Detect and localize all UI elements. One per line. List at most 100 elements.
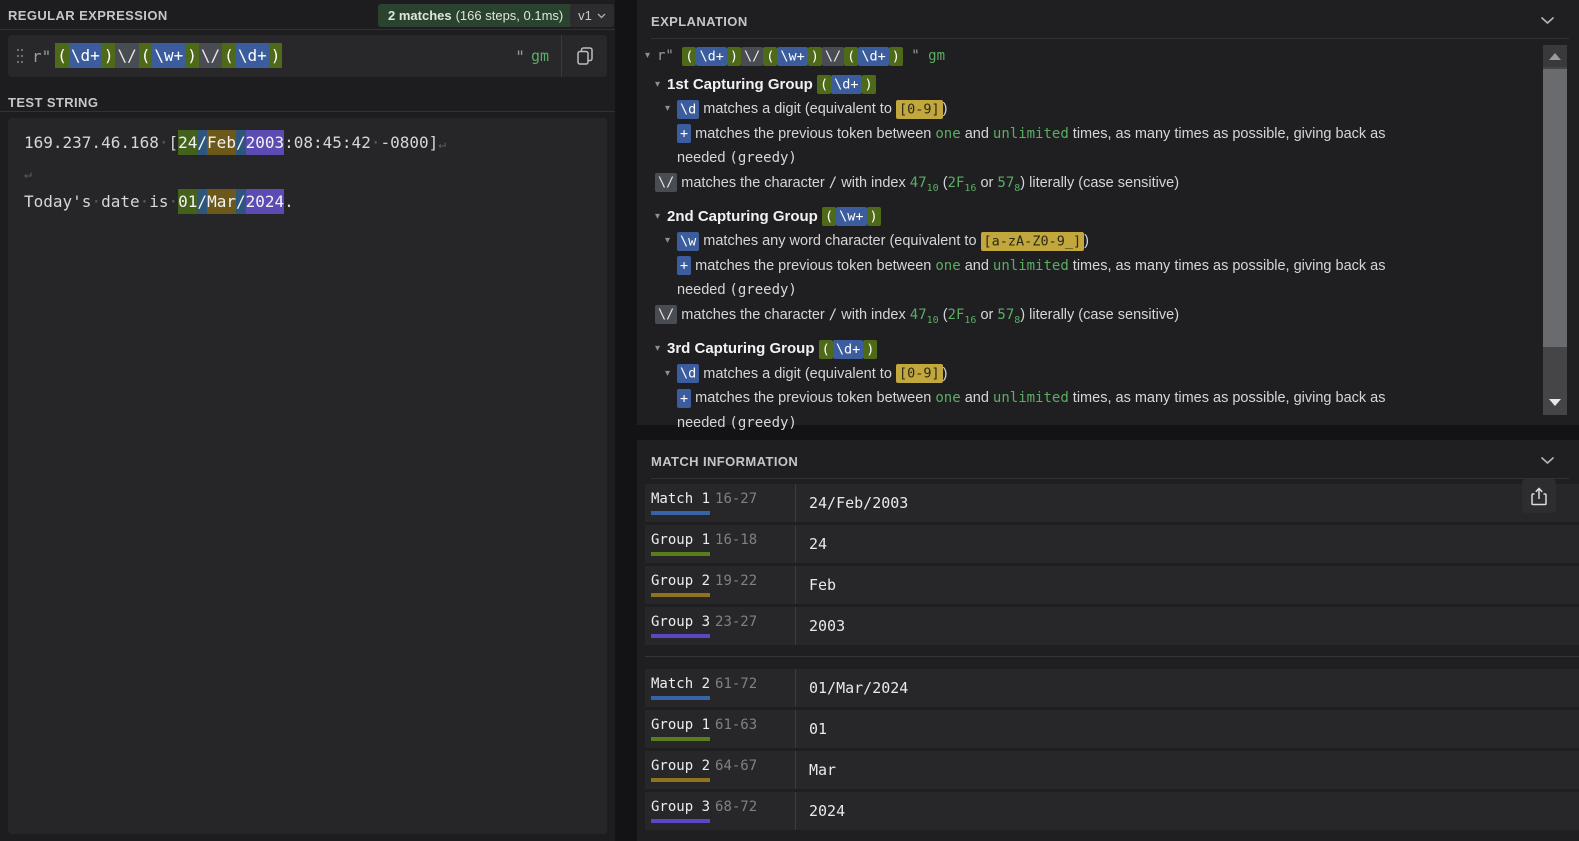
explanation-text: / (829, 175, 837, 191)
scrollbar-thumb[interactable] (1543, 69, 1567, 347)
regex-token: \d+ (236, 43, 269, 68)
match-row[interactable]: Group 368-722024 (645, 792, 1579, 830)
match-row[interactable]: Group 264-67Mar (645, 751, 1579, 789)
match-row[interactable]: Match 116-2724/Feb/2003 (645, 484, 1579, 522)
match-row-range: 61-63 (715, 717, 757, 733)
collapse-explanation-button[interactable] (1540, 16, 1555, 25)
match-row-label: Match 2 (651, 677, 710, 700)
regex-token: + (677, 256, 691, 275)
space-dot: · (91, 192, 101, 211)
export-matches-button[interactable] (1522, 479, 1556, 513)
scroll-down-button[interactable] (1543, 393, 1567, 411)
match-highlight: 2024 (246, 189, 285, 214)
regex-pattern[interactable]: (\d+)\/(\w+)\/(\d+) (55, 46, 282, 66)
match-row[interactable]: Group 161-6301 (645, 710, 1579, 748)
explanation-title: EXPLANATION (651, 14, 748, 29)
copy-regex-button[interactable] (561, 35, 607, 77)
regex-token: ( (682, 47, 696, 66)
space-dot: · (159, 133, 169, 152)
regex-panel-title: REGULAR EXPRESSION (8, 8, 168, 23)
regex-token: \w (677, 232, 699, 251)
tree-collapse-arrow[interactable]: ▾ (645, 44, 657, 69)
regex-token: ) (185, 43, 199, 68)
explanation-text: and (961, 126, 993, 142)
regex-version-select[interactable]: v1 (570, 4, 614, 27)
explanation-scrollbar[interactable] (1543, 45, 1567, 415)
drag-handle-icon[interactable] (8, 48, 32, 64)
explanation-line: + matches the previous token between one… (637, 386, 1509, 411)
collapse-match-information-button[interactable] (1540, 456, 1555, 465)
left-panel: REGULAR EXPRESSION 2 matches(166 steps, … (0, 0, 615, 841)
regex-token: ) (727, 47, 741, 66)
match-row-label: Group 1 (651, 533, 710, 556)
regex-token: \d+ (858, 47, 888, 66)
match-information-title: MATCH INFORMATION (651, 454, 798, 469)
explanation-line: ▾\w matches any word character (equivale… (637, 229, 1509, 254)
match-row[interactable]: Group 219-22Feb (645, 566, 1579, 604)
tree-collapse-arrow[interactable]: ▾ (665, 362, 677, 387)
tree-collapse-arrow[interactable]: ▾ (655, 73, 667, 98)
explanation-text: / (829, 307, 837, 323)
regex-token: \/ (741, 47, 763, 66)
explanation-text: or (976, 307, 997, 323)
match-row-value: 24/Feb/2003 (795, 484, 1579, 522)
regex-token: [a-zA-Z0-9_] (981, 232, 1085, 251)
regex-token: \w+ (152, 43, 185, 68)
match-highlight: Mar (207, 189, 236, 214)
regex-flags[interactable]: gm (531, 47, 549, 65)
regex-input[interactable]: r" (\d+)\/(\w+)\/(\d+) " gm (8, 35, 607, 77)
explanation-line: ▾2nd Capturing Group (\w+) (637, 205, 1509, 230)
explanation-text: (greedy) (729, 415, 796, 431)
explanation-text: needed (677, 415, 729, 431)
explanation-text: 3rd Capturing Group (667, 340, 819, 357)
scroll-up-button[interactable] (1543, 45, 1567, 67)
tree-collapse-arrow[interactable]: ▾ (655, 337, 667, 362)
explanation-line: + matches the previous token between one… (637, 254, 1509, 279)
tree-collapse-arrow[interactable]: ▾ (655, 205, 667, 230)
tree-collapse-arrow[interactable]: ▾ (665, 229, 677, 254)
match-row-range: 68-72 (715, 799, 757, 815)
test-text: [ (169, 133, 179, 152)
index-value: 578 (997, 307, 1020, 323)
match-row-range: 16-27 (715, 491, 757, 507)
regex-token: \/ (199, 43, 222, 68)
regex-token: ) (808, 47, 822, 66)
match-row-label: Group 1 (651, 718, 710, 741)
index-value: 4710 (910, 307, 939, 323)
regex-token: \/ (655, 173, 677, 192)
explanation-text: one (935, 390, 960, 406)
explanation-text: (greedy) (729, 282, 796, 298)
explanation-text: unlimited (993, 126, 1069, 142)
explanation-text: ) (943, 366, 948, 382)
regex-token: ) (863, 340, 877, 359)
test-text: Today's (24, 192, 91, 211)
chevron-down-icon (1540, 456, 1555, 465)
chevron-down-icon (1540, 16, 1555, 25)
tree-collapse-arrow[interactable]: ▾ (665, 97, 677, 122)
match-row[interactable]: Match 261-7201/Mar/2024 (645, 669, 1579, 707)
explanation-text: ) literally (case sensitive) (1020, 175, 1179, 191)
explanation-text: matches the character (677, 175, 829, 191)
match-row[interactable]: Group 116-1824 (645, 525, 1579, 563)
match-highlight: 2003 (246, 130, 285, 155)
explanation-line: needed (greedy) (637, 278, 1509, 303)
explanation-text: with index (837, 175, 910, 191)
explanation-text: matches any word character (equivalent t… (699, 233, 980, 249)
test-string-title: TEST STRING (8, 95, 98, 110)
match-highlight: Feb (207, 130, 236, 155)
explanation-text: 2nd Capturing Group (667, 208, 822, 225)
regex-delimiter-open: r" (32, 47, 51, 66)
test-text: . (284, 192, 294, 211)
regex-suffix-area: " gm (515, 47, 561, 66)
match-count-badge[interactable]: 2 matches(166 steps, 0.1ms) (378, 4, 573, 27)
explanation-text: unlimited (993, 258, 1069, 274)
divider (0, 111, 615, 112)
match-row-header: Group 323-27 (645, 614, 795, 638)
explanation-text: ) (1084, 233, 1089, 249)
test-string-editor[interactable]: 169.237.46.168·[24/Feb/2003:08:45:42·-08… (8, 118, 607, 834)
match-row-header: Match 116-27 (645, 491, 795, 515)
explanation-text: ( (939, 307, 948, 323)
explanation-line: + matches the previous token between one… (637, 122, 1509, 147)
explanation-text: needed (677, 150, 729, 166)
match-row[interactable]: Group 323-272003 (645, 607, 1579, 645)
